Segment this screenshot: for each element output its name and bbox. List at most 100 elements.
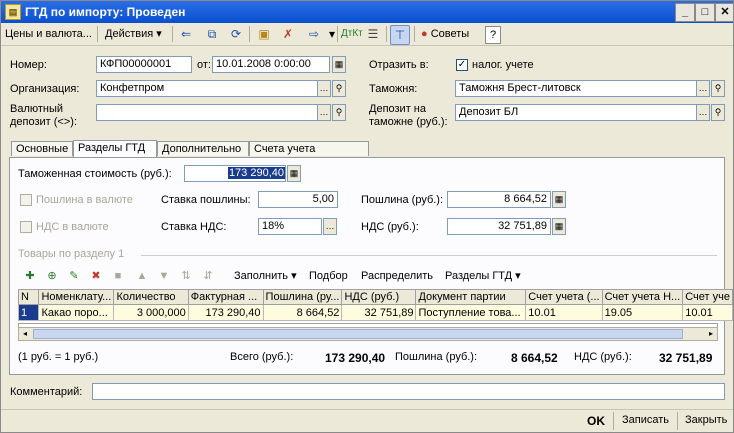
save-button[interactable]: Записать (622, 414, 669, 426)
duty-field[interactable]: 8 664,52 (447, 191, 551, 208)
actions-menu[interactable]: Действия ▾ (105, 26, 162, 42)
close-button[interactable]: Закрыть (685, 414, 727, 426)
table-row[interactable]: 1 Какао поро... 3 000,000 173 290,40 8 6… (17, 304, 733, 321)
column-header[interactable]: Количество (113, 289, 189, 305)
tab-gtd-sections[interactable]: Разделы ГТД (73, 140, 157, 157)
sort-descending-icon[interactable]: ⇵ (201, 269, 215, 283)
vat-field[interactable]: 32 751,89 (447, 218, 551, 235)
minimize-button[interactable]: _ (675, 3, 695, 22)
vat-in-currency-label: НДС в валюте (36, 221, 109, 233)
date-field[interactable]: 10.01.2008 0:00:00 (212, 56, 330, 73)
table-cell[interactable]: 10.01 (525, 304, 603, 321)
report-icon[interactable]: ☰ (364, 25, 382, 43)
tab-settlement-accounts[interactable]: Счета учета расчетов (249, 141, 369, 170)
select-button[interactable]: … (696, 104, 710, 121)
enter-based-on-icon[interactable]: ⇨ (305, 25, 323, 43)
row-number-cell[interactable]: 1 (17, 304, 40, 321)
distribute-button[interactable]: Распределить (361, 268, 433, 284)
sort-ascending-icon[interactable]: ⇅ (179, 269, 193, 283)
comment-label: Комментарий: (10, 386, 83, 398)
comment-field[interactable] (92, 383, 725, 400)
select-button[interactable]: … (323, 218, 337, 235)
calculator-icon[interactable]: ▦ (287, 165, 301, 182)
total-duty-value: 8 664,52 (511, 351, 558, 365)
table-cell[interactable]: Поступление това... (415, 304, 527, 321)
scroll-left-icon[interactable]: ◂ (19, 328, 31, 340)
select-button[interactable]: … (317, 80, 331, 97)
search-icon[interactable]: ⚲ (332, 104, 346, 121)
select-items-button[interactable]: Подбор (309, 268, 348, 284)
column-header[interactable]: Номенклату... (38, 289, 115, 305)
customs-field[interactable]: Таможня Брест-литовск (455, 80, 710, 97)
select-button[interactable]: … (696, 80, 710, 97)
search-icon[interactable]: ⚲ (711, 80, 725, 97)
table-cell[interactable]: 173 290,40 (187, 304, 264, 321)
column-header[interactable]: N (17, 289, 40, 305)
select-button[interactable]: … (317, 104, 331, 121)
customs-value-label: Таможенная стоимость (руб.): (18, 168, 172, 180)
search-icon[interactable]: ⚲ (711, 104, 725, 121)
duty-in-currency-label: Пошлина в валюте (36, 194, 133, 206)
add-row-icon[interactable]: ✚ (23, 269, 37, 283)
total-value: 173 290,40 (325, 351, 386, 365)
arrow-left-icon[interactable]: ⇐ (177, 25, 195, 43)
column-header[interactable]: Счет уче (682, 289, 733, 305)
column-header[interactable]: Счет учета (... (525, 289, 603, 305)
table-cell[interactable]: 3 000,000 (113, 304, 189, 321)
customs-deposit-field[interactable]: Депозит БЛ (455, 104, 710, 121)
delete-row-icon[interactable]: ✖ (89, 269, 103, 283)
duty-rate-field[interactable]: 5,00 (258, 191, 338, 208)
help-button[interactable]: ? (485, 26, 501, 44)
tab-main[interactable]: Основные (11, 141, 73, 156)
search-icon[interactable]: ⚲ (332, 80, 346, 97)
document-copy-icon[interactable]: ⧉ (203, 25, 221, 43)
gtd-sections-label: Разделы ГТД (445, 270, 513, 282)
post-document-icon[interactable]: ▣ (255, 25, 273, 43)
structure-icon[interactable]: ⊤ (390, 25, 410, 45)
tips-button[interactable]: ● Советы (421, 26, 469, 42)
end-edit-icon[interactable]: ■ (111, 269, 125, 283)
total-label: Всего (руб.): (230, 351, 294, 363)
table-cell[interactable]: 32 751,89 (341, 304, 417, 321)
customs-value-field[interactable]: 173 290,40 (184, 165, 286, 182)
table-cell[interactable]: Какао поро... (38, 304, 115, 321)
column-header[interactable]: НДС (руб.) (341, 289, 417, 305)
vat-in-currency-checkbox[interactable] (20, 221, 32, 233)
column-header[interactable]: Пошлина (ру... (262, 289, 343, 305)
currency-deposit-field[interactable] (96, 104, 331, 121)
tax-accounting-checkbox[interactable]: ✓ (456, 59, 468, 71)
horizontal-scrollbar[interactable]: ◂ ▸ (18, 327, 718, 341)
close-window-button[interactable]: ✕ (715, 3, 733, 22)
gtd-sections-menu[interactable]: Разделы ГТД ▾ (445, 268, 521, 284)
duty-in-currency-checkbox[interactable] (20, 194, 32, 206)
column-header[interactable]: Документ партии (415, 289, 527, 305)
move-down-icon[interactable]: ▼ (157, 269, 171, 283)
calculator-icon[interactable]: ▦ (552, 191, 566, 208)
organization-field[interactable]: Конфетпром (96, 80, 331, 97)
scroll-right-icon[interactable]: ▸ (705, 328, 717, 340)
table-cell[interactable]: 10.01 (682, 304, 733, 321)
column-header[interactable]: Фактурная ... (187, 289, 264, 305)
tab-panel (9, 157, 725, 375)
table-cell[interactable]: 19.05 (601, 304, 684, 321)
maximize-button[interactable]: □ (695, 3, 715, 22)
document-window: ▤ ГТД по импорту: Проведен _ □ ✕ Цены и … (0, 0, 734, 433)
column-header[interactable]: Счет учета Н... (601, 289, 684, 305)
scrollbar-thumb[interactable] (33, 329, 683, 339)
edit-row-icon[interactable]: ✎ (67, 269, 81, 283)
number-field[interactable]: КФП00000001 (96, 56, 192, 73)
copy-row-icon[interactable]: ⊕ (45, 269, 59, 283)
dropdown-arrow-icon[interactable]: ▾ (323, 25, 341, 43)
table-cell[interactable]: 8 664,52 (262, 304, 343, 321)
unpost-document-icon[interactable]: ✗ (279, 25, 297, 43)
move-up-icon[interactable]: ▲ (135, 269, 149, 283)
tab-additional[interactable]: Дополнительно (157, 141, 249, 156)
fill-menu[interactable]: Заполнить ▾ (234, 268, 297, 284)
dt-kt-icon[interactable]: ДтКт (341, 25, 363, 43)
refresh-icon[interactable]: ⟳ (227, 25, 245, 43)
ok-button[interactable]: OK (587, 414, 605, 428)
calendar-icon[interactable]: ▦ (332, 56, 346, 73)
vat-rate-field[interactable]: 18% (258, 218, 322, 235)
prices-currency-button[interactable]: Цены и валюта... (5, 26, 92, 42)
calculator-icon[interactable]: ▦ (552, 218, 566, 235)
